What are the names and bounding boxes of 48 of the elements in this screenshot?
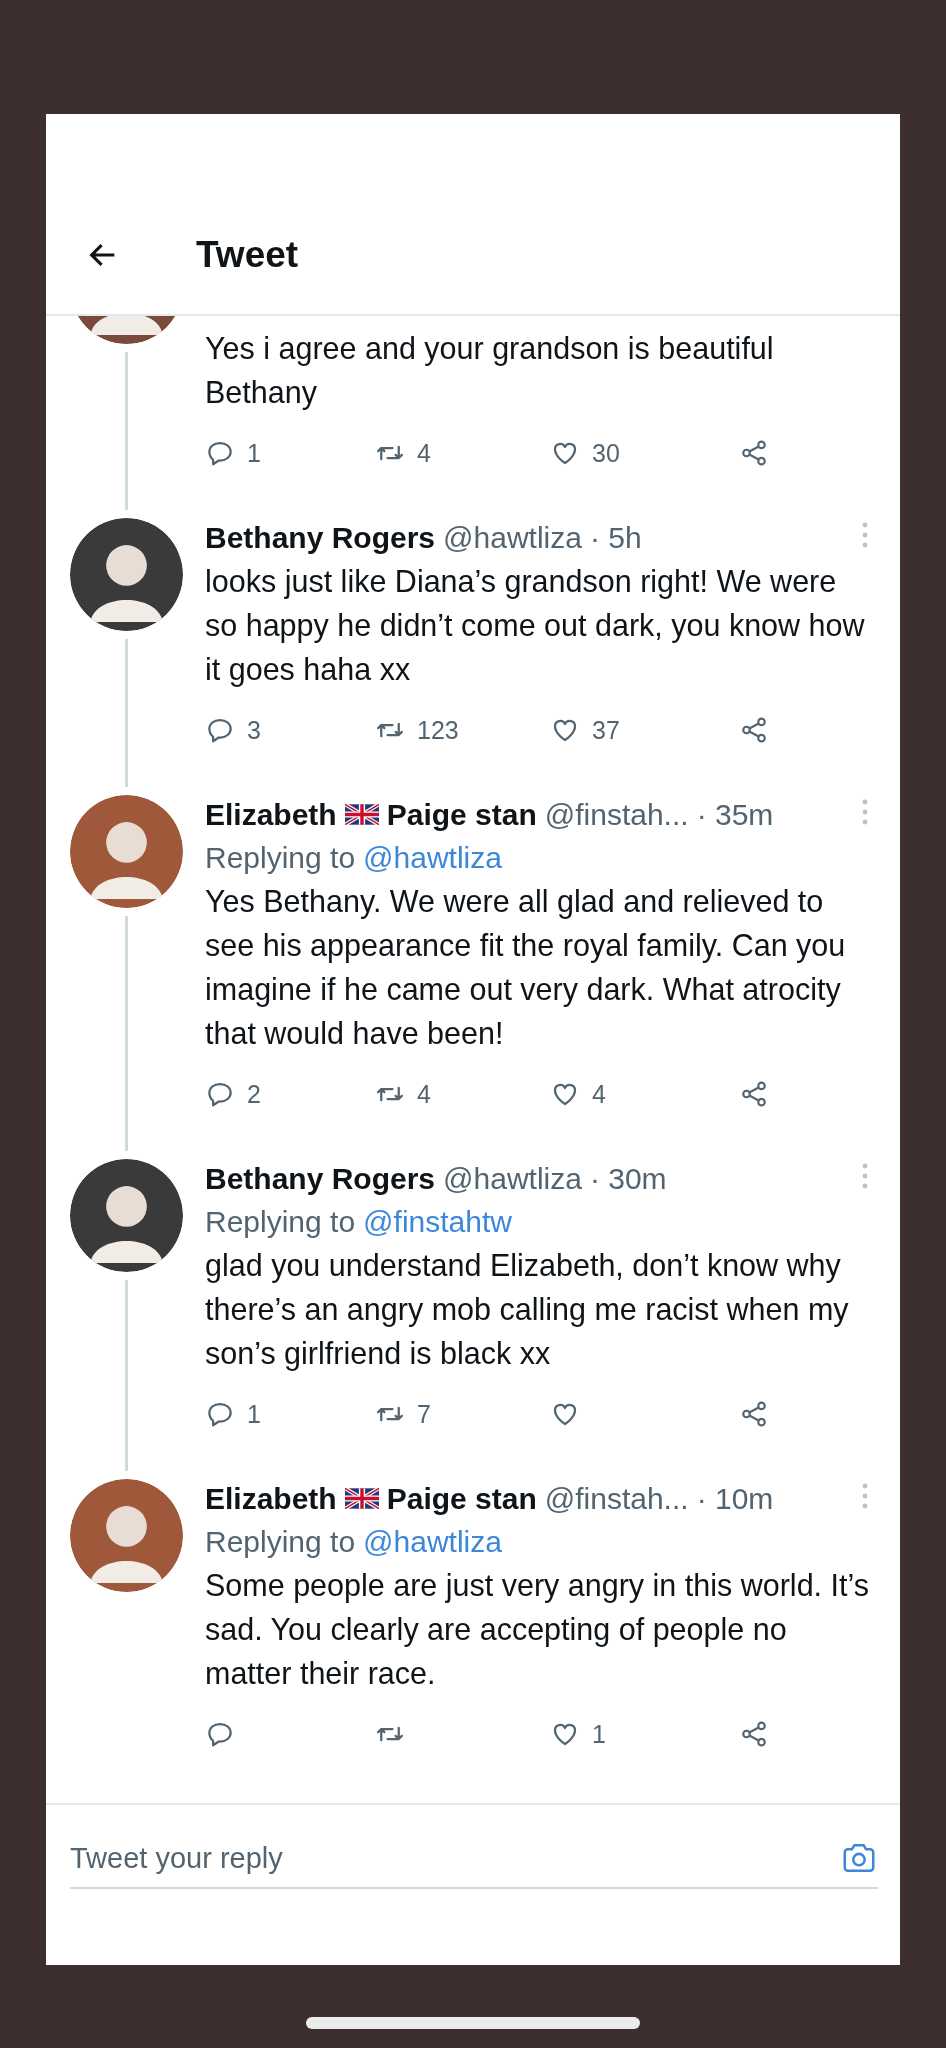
replying-to-link[interactable]: @hawtliza: [363, 1520, 502, 1563]
author-handle[interactable]: @hawtliza: [443, 516, 582, 559]
reply-count: 3: [247, 715, 261, 745]
author-name[interactable]: Elizabeth: [205, 793, 337, 836]
retweet-count: 7: [417, 1399, 431, 1429]
tweet-time: · 5h: [589, 520, 642, 556]
author-name[interactable]: Bethany Rogers: [205, 516, 436, 559]
tweet-text: Some people are just very angry in this world. It’s sad. You clearly are accepting of people no matter their race.: [205, 1567, 870, 1692]
avatar[interactable]: [70, 1159, 183, 1272]
tweet-text: Yes Bethany. We were all glad and relieved to see his appearance fit the royal family. Can you imagine if he came out very dark. What atrocity that would have been!: [205, 883, 847, 1052]
tweet-text: glad you understand Elizabeth, don’t know why there’s an angry mob calling me racist when my son’s girlfriend is black xx: [205, 1247, 850, 1373]
replying-to-label: Replying to: [205, 1204, 356, 1240]
replying-to-label: Replying to: [205, 840, 356, 876]
page-title: Tweet: [196, 234, 299, 276]
tweet-text: Yes i agree and your grandson is beautiful Bethany: [205, 330, 775, 412]
reply-count: 1: [247, 438, 261, 468]
author-handle[interactable]: @finstah...: [544, 793, 689, 836]
share-icon[interactable]: [739, 715, 769, 745]
like-count: 37: [592, 715, 620, 745]
author-handle[interactable]: @finstah...: [544, 1477, 689, 1520]
tweet-text: looks just like Diana’s grandson right! We were so happy he didn’t come out dark, you know how it goes haha xx: [205, 563, 866, 689]
reply-count: 2: [247, 1079, 261, 1109]
retweet-count: 4: [417, 1079, 431, 1109]
share-icon[interactable]: [739, 438, 769, 468]
replying-to-link[interactable]: @finstahtw: [363, 1200, 512, 1243]
author-name[interactable]: Elizabeth: [205, 1477, 337, 1520]
like-count: 30: [592, 438, 620, 468]
author-name-suffix[interactable]: Paige stan: [386, 1477, 537, 1520]
author-name[interactable]: Bethany Rogers: [205, 1157, 436, 1200]
like-count: 1: [592, 1719, 606, 1749]
avatar[interactable]: [70, 518, 183, 631]
author-name-suffix[interactable]: Paige stan: [386, 793, 537, 836]
reply-input-field[interactable]: Tweet your reply: [70, 1841, 840, 1875]
avatar[interactable]: [70, 795, 183, 908]
tweet-time: · 10m: [696, 1481, 774, 1517]
share-icon[interactable]: [739, 1079, 769, 1109]
tweet-time: · 35m: [696, 797, 774, 833]
share-icon[interactable]: [739, 1399, 769, 1429]
author-handle[interactable]: @hawtliza: [443, 1157, 582, 1200]
tweet-time: · 30m: [589, 1161, 667, 1197]
retweet-count: 123: [417, 715, 459, 745]
replying-to-label: Replying to: [205, 1524, 356, 1560]
reply-count: 1: [247, 1399, 261, 1429]
avatar[interactable]: [70, 1479, 183, 1592]
share-icon[interactable]: [739, 1719, 769, 1749]
like-count: 4: [592, 1079, 606, 1109]
replying-to-link[interactable]: @hawtliza: [363, 836, 502, 879]
retweet-count: 4: [417, 438, 431, 468]
